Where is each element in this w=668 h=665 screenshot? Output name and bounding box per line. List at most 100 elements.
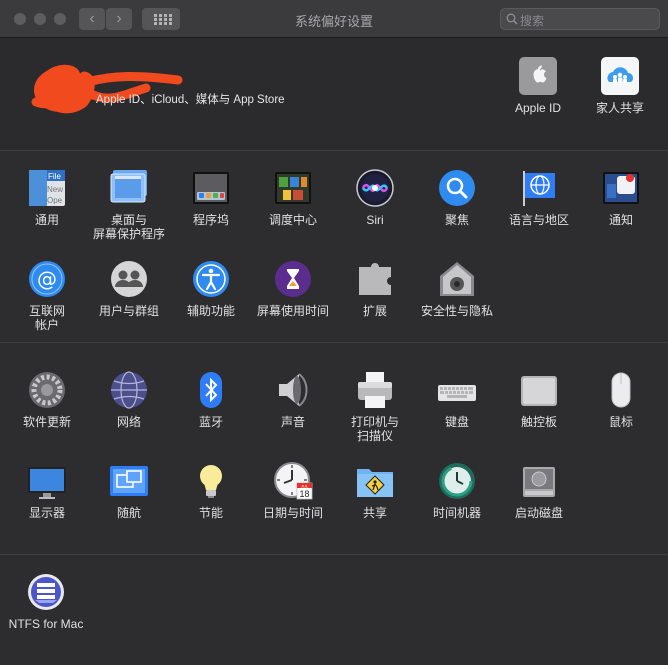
desktop-screensaver-icon <box>109 168 149 208</box>
extensions-icon <box>355 259 395 299</box>
accessibility-icon <box>191 259 231 299</box>
pane-family-sharing[interactable]: 家人共享 <box>578 56 662 115</box>
pane-label: 显示器 <box>28 506 65 520</box>
pane-label: 鼠标 <box>608 415 633 429</box>
pane-printers-scanners[interactable]: 打印机与 扫描仪 <box>333 370 417 443</box>
pane-label: 时间机器 <box>432 506 481 520</box>
pane-label: 语言与地区 <box>508 213 569 227</box>
sidecar-icon <box>109 461 149 501</box>
notifications-icon <box>601 168 641 208</box>
pane-screen-time[interactable]: 屏幕使用时间 <box>251 259 335 318</box>
pane-label: 通用 <box>34 213 59 227</box>
mouse-icon <box>601 370 641 410</box>
sound-icon <box>273 370 313 410</box>
pane-siri[interactable]: Siri <box>333 168 417 227</box>
pane-language-region[interactable]: 语言与地区 <box>497 168 581 227</box>
svg-text:18: 18 <box>299 489 309 499</box>
pane-label: 蓝牙 <box>198 415 223 429</box>
pane-ntfs-for-mac[interactable]: NTFS for Mac <box>4 572 88 631</box>
keyboard-icon <box>437 370 477 410</box>
sharing-icon <box>355 461 395 501</box>
svg-text:@: @ <box>37 267 57 291</box>
language-region-icon <box>519 168 559 208</box>
pane-label: 网络 <box>116 415 141 429</box>
general-icon: File New Ope <box>27 168 67 208</box>
pane-dock[interactable]: 程序坞 <box>169 168 253 227</box>
search-field[interactable]: 搜索 <box>500 8 660 30</box>
pane-label: 触控板 <box>520 415 557 429</box>
startup-disk-icon <box>519 461 559 501</box>
pane-time-machine[interactable]: 时间机器 <box>415 461 499 520</box>
pane-startup-disk[interactable]: 启动磁盘 <box>497 461 581 520</box>
pane-general[interactable]: File New Ope 通用 <box>5 168 89 227</box>
pane-trackpad[interactable]: 触控板 <box>497 370 581 429</box>
pane-extensions[interactable]: 扩展 <box>333 259 417 318</box>
account-description[interactable]: Apple ID、iCloud、媒体与 App Store <box>96 91 285 107</box>
pane-software-update[interactable]: 软件更新 <box>5 370 89 429</box>
pane-label: 互联网 帐户 <box>28 304 65 332</box>
pane-label: 软件更新 <box>22 415 71 429</box>
pane-label: 屏幕使用时间 <box>256 304 329 318</box>
pane-sharing[interactable]: 共享 <box>333 461 417 520</box>
displays-icon <box>27 461 67 501</box>
pane-mission-control[interactable]: 调度中心 <box>251 168 335 227</box>
pane-sound[interactable]: 声音 <box>251 370 335 429</box>
spotlight-icon <box>437 168 477 208</box>
pane-sidecar[interactable]: 随航 <box>87 461 171 520</box>
pane-date-time[interactable]: JUL 18 日期与时间 <box>251 461 335 520</box>
apple-logo-icon <box>518 56 558 96</box>
pane-label: 辅助功能 <box>186 304 235 318</box>
pane-notifications[interactable]: 通知 <box>579 168 663 227</box>
search-icon <box>506 13 518 25</box>
pane-label: 聚焦 <box>444 213 469 227</box>
time-machine-icon <box>437 461 477 501</box>
pane-label: 声音 <box>280 415 305 429</box>
pane-displays[interactable]: 显示器 <box>5 461 89 520</box>
trackpad-icon <box>519 370 559 410</box>
printer-scanner-icon <box>355 370 395 410</box>
search-placeholder: 搜索 <box>520 14 545 28</box>
network-icon <box>109 370 149 410</box>
pane-security-privacy[interactable]: 安全性与隐私 <box>415 259 499 318</box>
pane-apple-id[interactable]: Apple ID <box>496 56 580 115</box>
pane-label: 日期与时间 <box>262 506 323 520</box>
pane-label: 节能 <box>198 506 223 520</box>
pane-spotlight[interactable]: 聚焦 <box>415 168 499 227</box>
pane-label: 启动磁盘 <box>514 506 563 520</box>
pane-label: 安全性与隐私 <box>420 304 493 318</box>
security-privacy-icon <box>437 259 477 299</box>
pane-label: Siri <box>366 213 384 227</box>
pane-label: 随航 <box>116 506 141 520</box>
pane-label: Apple ID <box>514 101 562 115</box>
pane-label: 调度中心 <box>268 213 317 227</box>
pane-network[interactable]: 网络 <box>87 370 171 429</box>
pane-users-groups[interactable]: 用户与群组 <box>87 259 171 318</box>
pane-label: 共享 <box>362 506 387 520</box>
pane-accessibility[interactable]: 辅助功能 <box>169 259 253 318</box>
pane-label: 通知 <box>608 213 633 227</box>
pane-desktop-screensaver[interactable]: 桌面与 屏幕保护程序 <box>87 168 171 241</box>
energy-saver-icon <box>191 461 231 501</box>
siri-icon <box>355 168 395 208</box>
family-sharing-icon <box>600 56 640 96</box>
pane-energy-saver[interactable]: 节能 <box>169 461 253 520</box>
pane-keyboard[interactable]: 键盘 <box>415 370 499 429</box>
screen-time-icon <box>273 259 313 299</box>
software-update-icon <box>27 370 67 410</box>
pane-label: 键盘 <box>444 415 469 429</box>
users-groups-icon <box>109 259 149 299</box>
svg-text:Ope: Ope <box>47 196 63 205</box>
pane-label: 桌面与 屏幕保护程序 <box>92 213 165 241</box>
svg-text:New: New <box>47 185 63 194</box>
pane-internet-accounts[interactable]: @ 互联网 帐户 <box>5 259 89 332</box>
date-time-icon: JUL 18 <box>273 461 313 501</box>
pane-label: 程序坞 <box>192 213 229 227</box>
pane-mouse[interactable]: 鼠标 <box>579 370 663 429</box>
pane-label: 扩展 <box>362 304 387 318</box>
pane-bluetooth[interactable]: 蓝牙 <box>169 370 253 429</box>
title-bar: ‹ › 系统偏好设置 搜索 <box>0 0 668 38</box>
ntfs-for-mac-icon <box>26 572 66 612</box>
other-section <box>0 555 668 665</box>
pane-label: 家人共享 <box>595 101 644 115</box>
svg-text:JUL: JUL <box>301 483 309 488</box>
